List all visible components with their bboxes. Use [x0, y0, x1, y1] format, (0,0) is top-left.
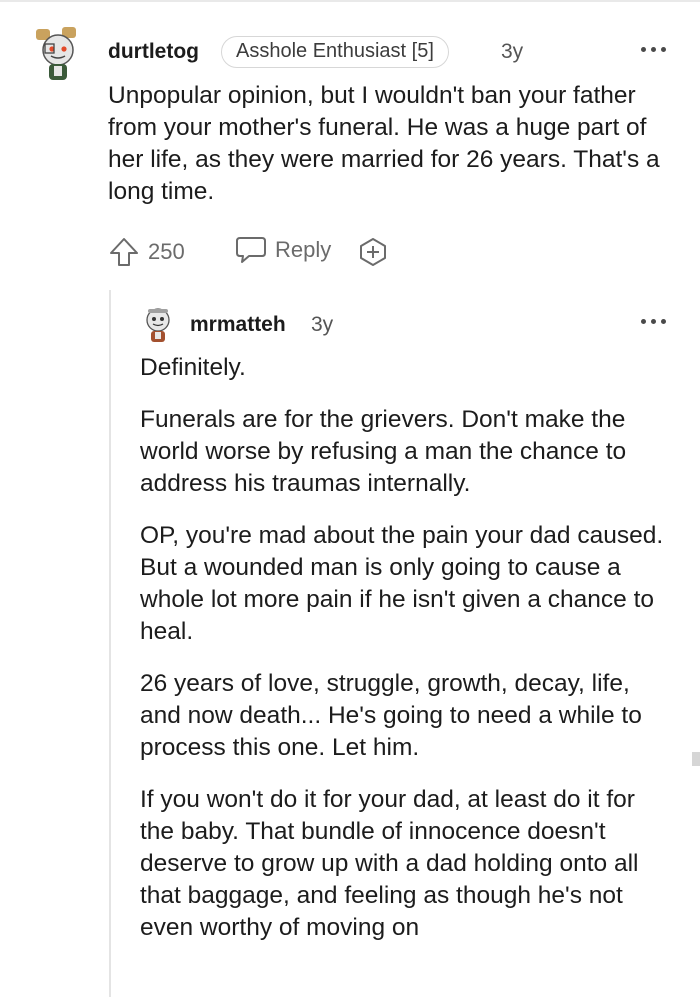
- award-button[interactable]: [357, 236, 389, 268]
- top-divider: [0, 0, 700, 2]
- comment-body-text: Unpopular opinion, but I wouldn't ban yo…: [108, 82, 660, 205]
- user-flair: Asshole Enthusiast [5]: [221, 36, 449, 68]
- scroll-indicator: [692, 752, 700, 766]
- reply-age: 3y: [311, 313, 334, 336]
- upvote-button[interactable]: 250: [108, 236, 185, 268]
- reply-username[interactable]: mrmatteh: [190, 313, 286, 337]
- snoo-avatar-icon[interactable]: [32, 26, 84, 84]
- reply-paragraph: Definitely.: [140, 354, 246, 381]
- reply-paragraph: 26 years of love, struggle, growth, deca…: [140, 670, 642, 761]
- reply-paragraph: OP, you're mad about the pain your dad c…: [140, 522, 664, 645]
- plus-circle-icon: [360, 238, 386, 266]
- reply-paragraph: Funerals are for the grievers. Don't mak…: [140, 406, 627, 497]
- thread-line[interactable]: [109, 290, 111, 997]
- reply-paragraph: If you won't do it for your dad, at leas…: [140, 786, 639, 941]
- reply-label: Reply: [275, 237, 332, 262]
- reply-button[interactable]: Reply: [235, 235, 331, 265]
- upvote-arrow-icon: [110, 238, 138, 266]
- more-dots-icon[interactable]: [641, 45, 667, 55]
- comment-age: 3y: [501, 40, 524, 63]
- comment-body: Unpopular opinion, but I wouldn't ban yo…: [108, 80, 668, 228]
- comment-username[interactable]: durtletog: [108, 40, 199, 64]
- speech-bubble-icon: [236, 237, 266, 263]
- reply-body: Definitely. Funerals are for the griever…: [140, 352, 665, 964]
- upvote-count: 250: [148, 239, 185, 264]
- more-dots-icon[interactable]: [641, 317, 667, 327]
- snoo-avatar-icon[interactable]: [140, 306, 176, 344]
